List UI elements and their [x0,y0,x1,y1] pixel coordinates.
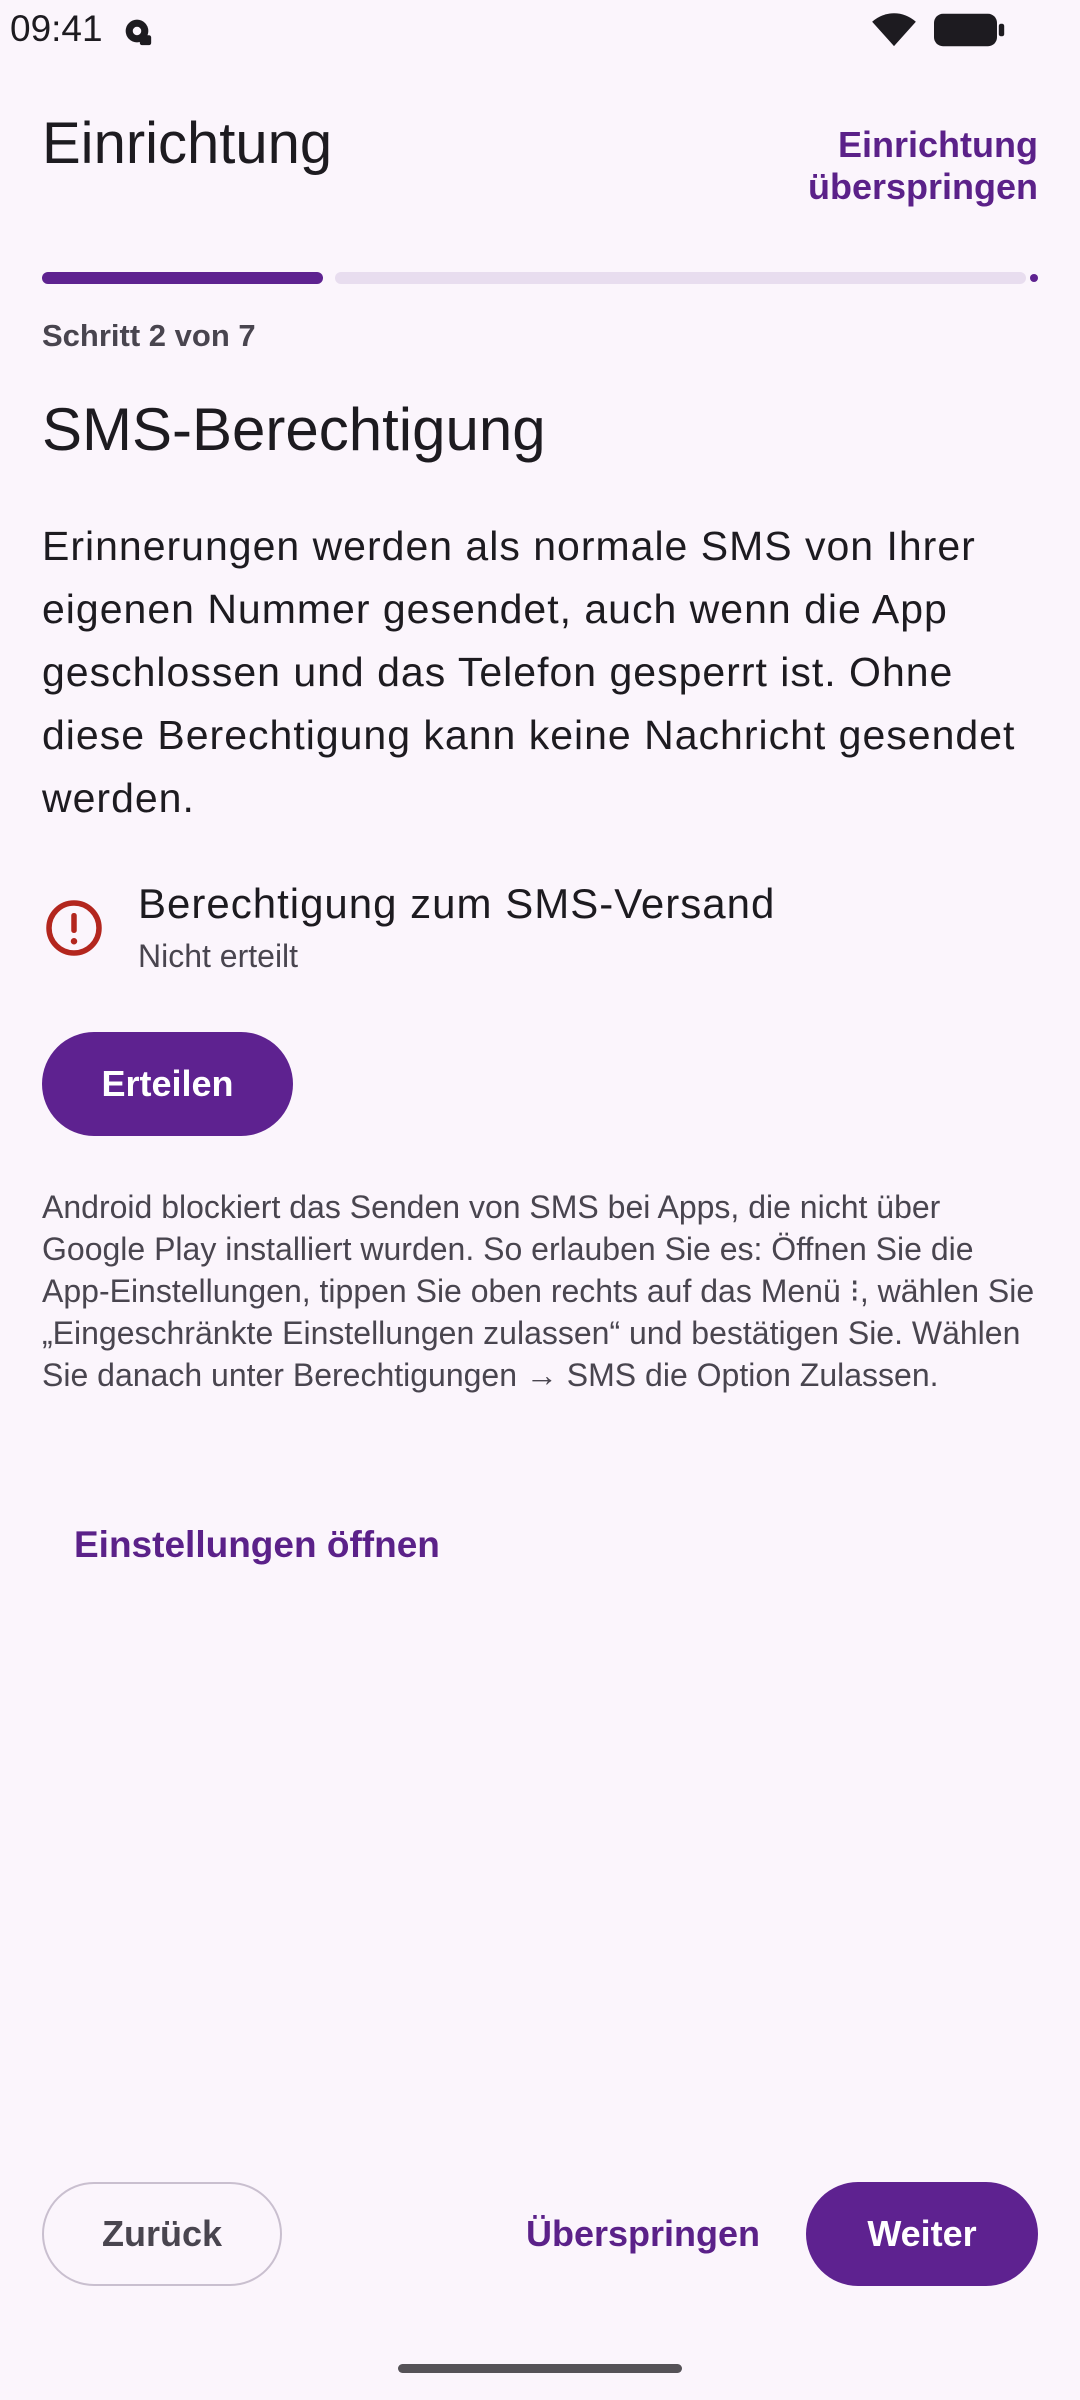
skip-button[interactable]: Überspringen [520,2182,766,2286]
open-settings-button[interactable]: Einstellungen öffnen [74,1524,440,1566]
hint-text: Android blockiert das Senden von SMS bei… [42,1189,1035,1393]
permission-title: Berechtigung zum SMS-Versand [138,880,776,927]
progress-bar-active [42,272,323,284]
wifi-icon [872,13,916,47]
page-title: Einrichtung [42,111,333,176]
notification-icon [125,19,152,46]
grant-button[interactable]: Erteilen [42,1032,293,1136]
section-title: SMS-Berechtigung [42,396,546,463]
next-button[interactable]: Weiter [806,2182,1038,2286]
home-indicator[interactable] [398,2364,682,2373]
section-body: Erinnerungen werden als normale SMS von … [42,523,1016,821]
progress-bar-track [335,272,1026,284]
back-button[interactable]: Zurück [42,2182,282,2286]
status-time: 09:41 [10,8,103,49]
skip-setup-button[interactable]: Einrichtung überspringen [600,124,1038,208]
progress-end-dot [1030,274,1038,282]
error-icon [46,900,102,956]
step-label: Schritt 2 von 7 [42,318,256,353]
battery-icon [934,13,1005,47]
progress-bar [42,272,1038,284]
permission-status: Nicht erteilt [138,938,299,974]
